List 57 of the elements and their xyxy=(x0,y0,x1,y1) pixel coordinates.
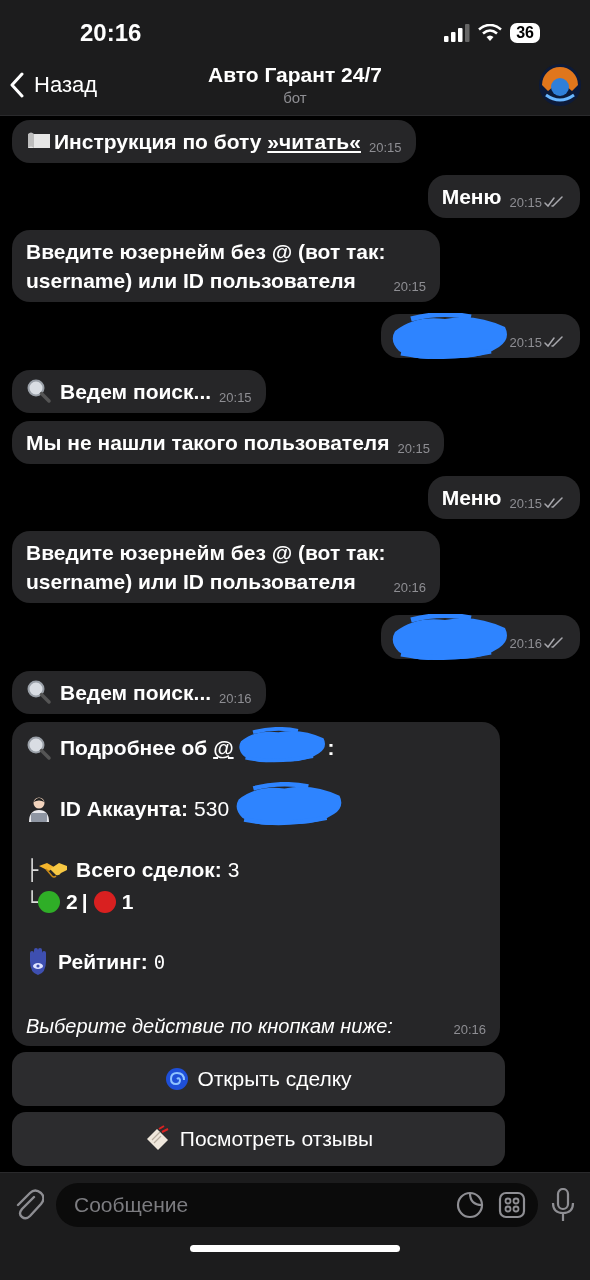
message-text: Меню xyxy=(441,484,502,511)
message-text: Мы не нашли такого пользователя xyxy=(26,429,390,456)
dot-icon xyxy=(38,890,61,913)
deals-label: Всего сделок: xyxy=(76,857,222,884)
tree-branch: ├ xyxy=(26,857,39,882)
chat-subtitle: бот xyxy=(283,89,307,107)
message-time: 20:15 xyxy=(219,389,252,405)
message-text: Ведем поиск... xyxy=(60,679,212,706)
paperclip-icon[interactable] xyxy=(14,1188,44,1221)
tree-branch: └ xyxy=(26,889,39,914)
message-time: 20:16 xyxy=(219,690,252,706)
battery-icon: 36 xyxy=(510,22,540,43)
message-text: Инструкция по боту »читать« xyxy=(54,128,361,155)
message-time: 20:15 xyxy=(509,495,542,511)
message-time: 20:15 xyxy=(509,194,542,210)
message-time: 20:16 xyxy=(393,579,427,595)
message-text: Меню xyxy=(441,183,502,210)
microphone-icon[interactable] xyxy=(550,1187,576,1222)
message-text: Ведем поиск... xyxy=(60,378,212,405)
account-id: 530 xyxy=(194,796,230,821)
read-link[interactable]: »читать« xyxy=(267,129,361,153)
apps-icon[interactable] xyxy=(498,1190,526,1219)
message-time: 20:15 xyxy=(509,334,542,350)
message-text: Введите юзернейм без @ (вот так: username) или ID пользователя xyxy=(26,238,386,294)
magnifier-icon xyxy=(26,378,52,405)
message-text: Подробнее об @ xyxy=(60,735,234,762)
mention-link[interactable]: @ xyxy=(213,736,234,760)
spiral-icon xyxy=(165,1066,190,1091)
signal-icon xyxy=(444,23,471,42)
back-button[interactable]: Назад xyxy=(10,71,98,98)
chat-title: Авто Гарант 24/7 xyxy=(208,63,382,88)
deals-count: 3 xyxy=(227,857,240,882)
message-text: : xyxy=(327,735,335,762)
rating-label: Рейтинг: xyxy=(58,949,148,976)
message-time: 20:15 xyxy=(393,278,427,294)
account-label: ID Аккаунта: xyxy=(60,796,189,823)
inline-button[interactable]: Посмотреть отзывы xyxy=(12,1111,505,1166)
message-time: 20:16 xyxy=(453,1021,486,1037)
rating-value: 0 xyxy=(153,950,166,973)
chevron-icon xyxy=(10,71,24,98)
sticker-icon[interactable] xyxy=(456,1190,484,1219)
separator: | xyxy=(81,889,88,916)
dot-icon xyxy=(93,890,116,913)
inline-button[interactable]: Открыть сделку xyxy=(12,1051,505,1106)
wifi-icon xyxy=(478,23,503,42)
message-input[interactable]: Сообщение xyxy=(56,1182,538,1227)
status-time: 20:16 xyxy=(80,18,142,48)
avatar[interactable] xyxy=(538,62,582,107)
magnifier-icon xyxy=(26,679,52,706)
message-text: Введите юзернейм без @ (вот так: username) или ID пользователя xyxy=(26,539,386,595)
message-text: Выберите действие по кнопкам ниже: xyxy=(26,1014,393,1038)
magnifier-icon xyxy=(26,734,52,761)
message-time: 20:15 xyxy=(368,139,402,155)
success-count: 2 xyxy=(66,889,78,916)
message-time: 20:16 xyxy=(509,635,542,651)
failed-count: 1 xyxy=(121,889,134,916)
message-time: 20:15 xyxy=(397,440,430,456)
